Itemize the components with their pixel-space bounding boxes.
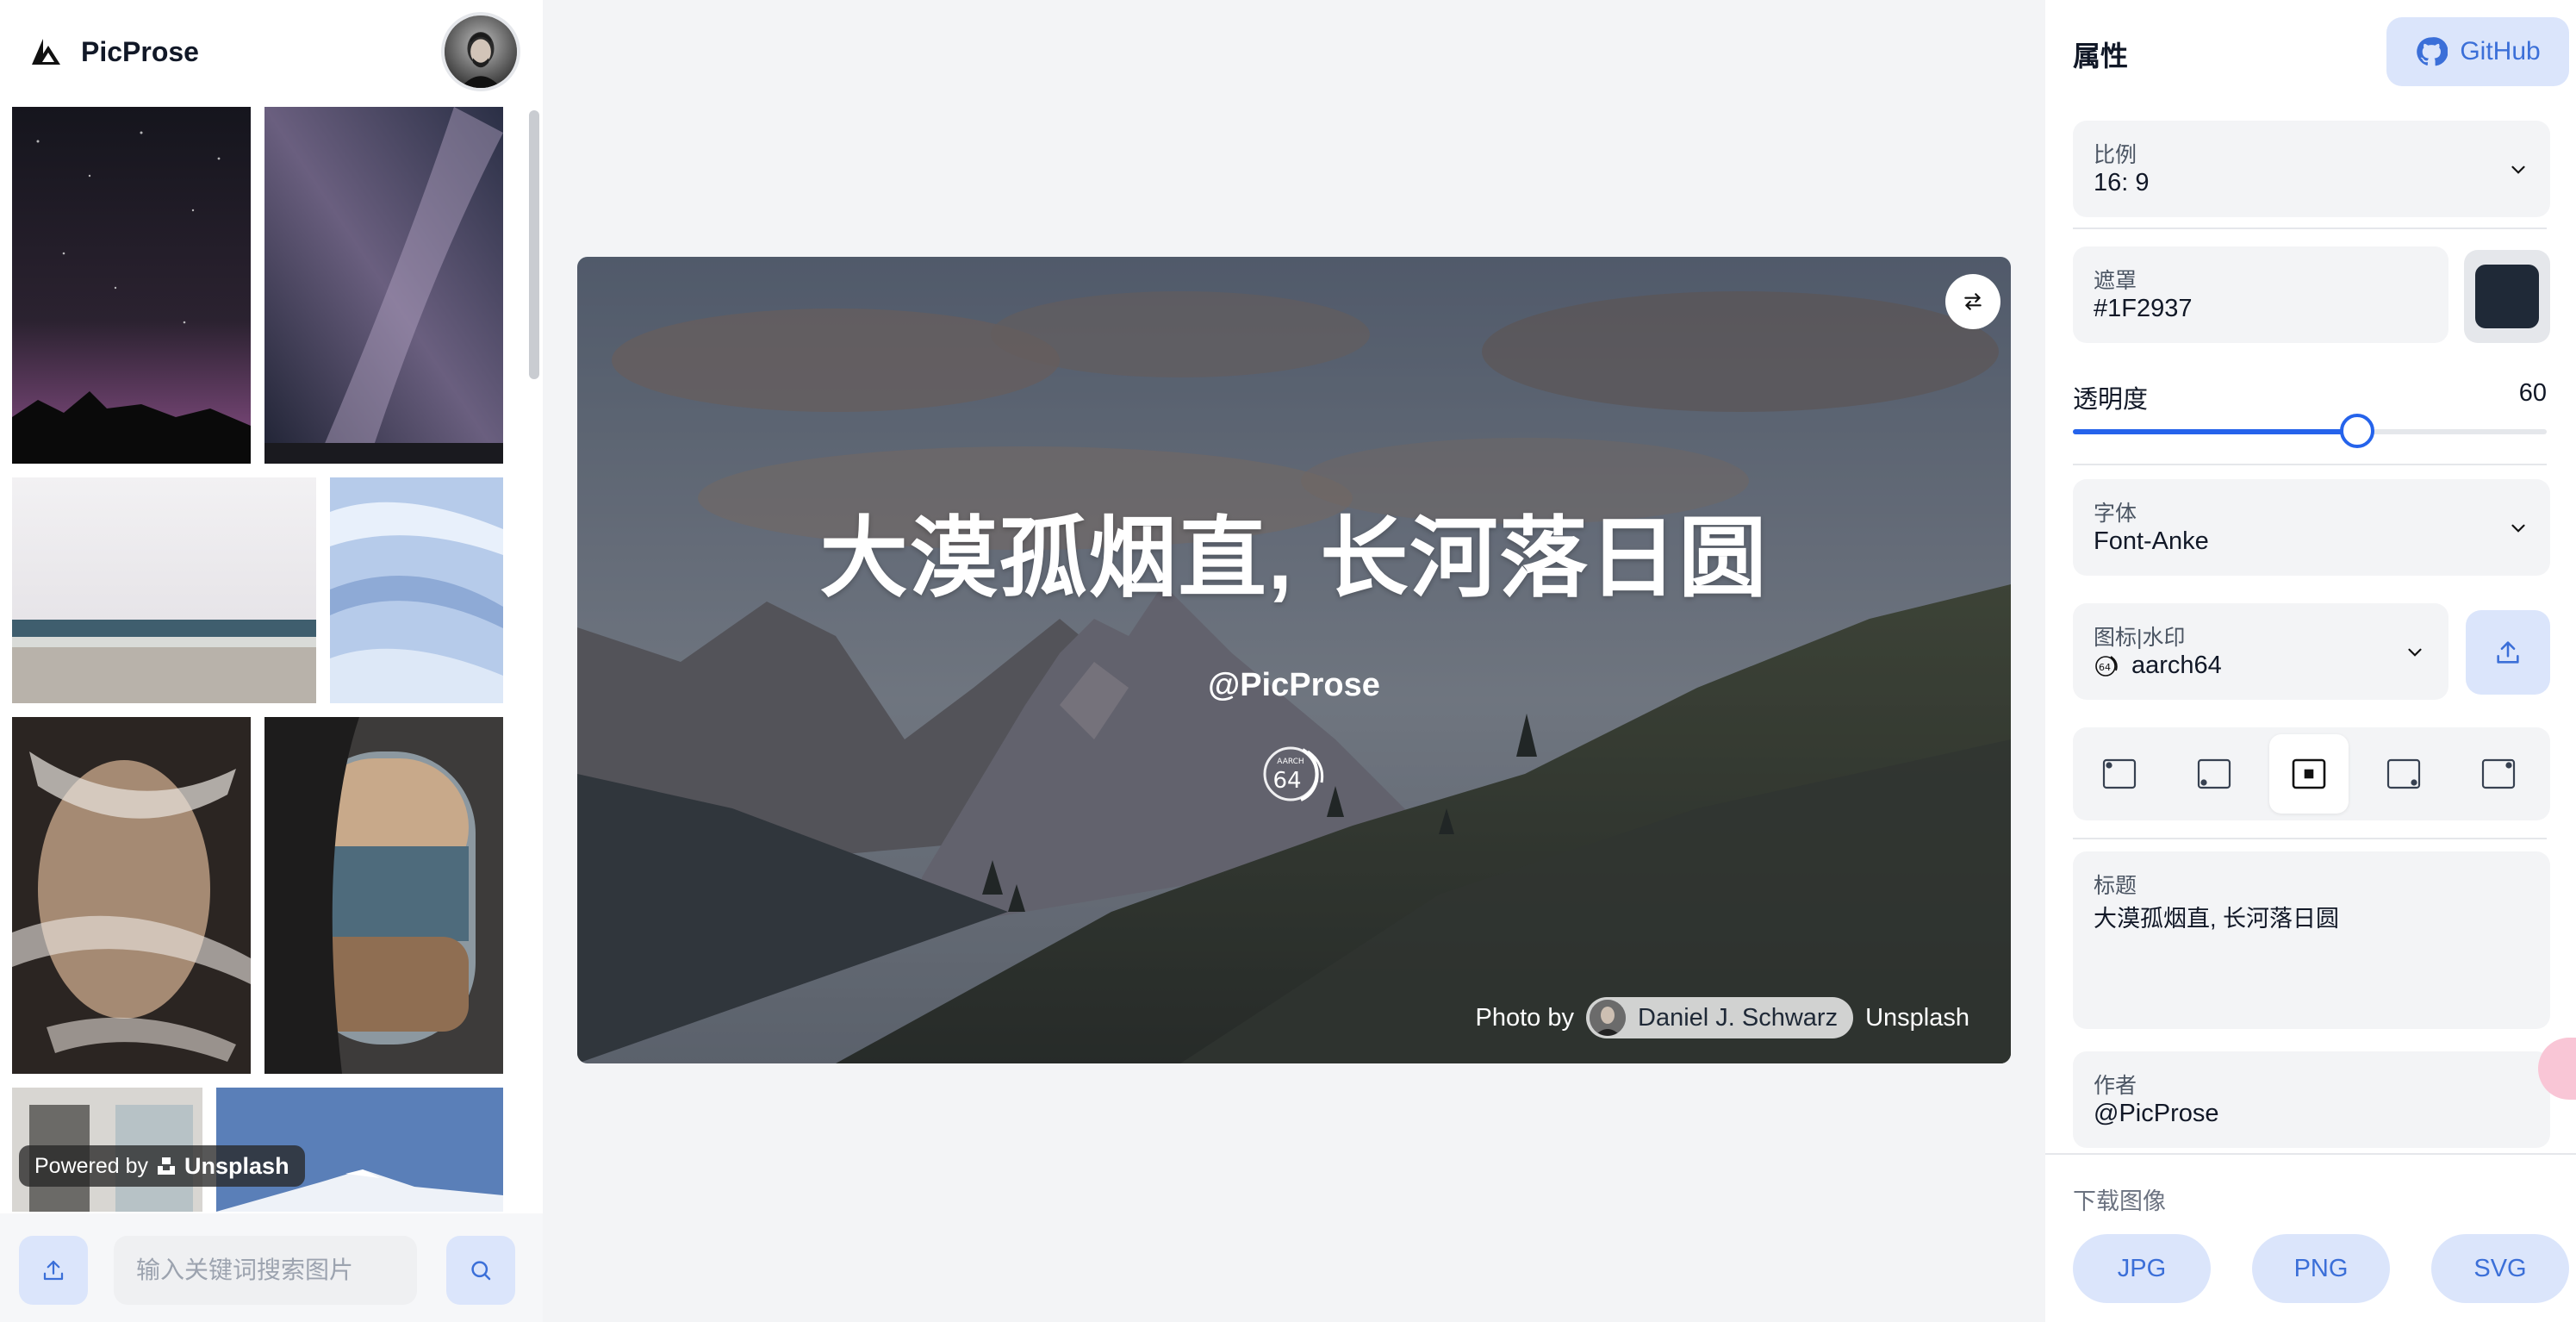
powered-by-unsplash[interactable]: Powered by Unsplash (19, 1145, 305, 1187)
unsplash-logo-icon (158, 1157, 176, 1175)
position-center-icon (2292, 758, 2326, 789)
author-label: 作者 (2094, 1074, 2137, 1098)
cover-canvas: 大漠孤烟直, 长河落日圆 @PicProse AARCH 64 Photo by… (577, 257, 2011, 1063)
swap-arrows-icon (1964, 293, 1982, 310)
ratio-value: 16: 9 (2094, 169, 2150, 196)
author-value: @PicProse (2094, 1100, 2219, 1127)
gallery-image-starry-cliffs[interactable] (12, 107, 251, 464)
gallery-scrollbar-thumb[interactable] (529, 110, 539, 379)
chevron-down-icon (2511, 165, 2525, 174)
github-button[interactable]: GitHub (2386, 17, 2569, 86)
author-input[interactable]: 作者 @PicProse (2073, 1051, 2550, 1148)
panel-title: 属性 (2073, 41, 2129, 72)
gallery-image-airplane-window[interactable] (264, 717, 503, 1074)
upload-icon (43, 1260, 64, 1281)
left-sidebar: PicProse Powered by Unsplash 输入关键词搜索图片 (0, 0, 543, 1322)
opacity-row: 透明度 60 (2073, 379, 2547, 415)
chevron-down-icon (2511, 524, 2525, 533)
opacity-slider-track[interactable] (2073, 429, 2547, 434)
position-bottom-right-button[interactable] (2364, 734, 2443, 814)
position-top-left-button[interactable] (2080, 734, 2159, 814)
icon-label: 图标|水印 (2094, 626, 2186, 650)
opacity-slider-fill (2073, 429, 2357, 434)
credit-source-link[interactable]: Unsplash (1865, 1004, 1969, 1032)
download-label: 下载图像 (2073, 1188, 2166, 1214)
brand-logo-icon (32, 39, 60, 65)
position-bottom-left-icon (2197, 758, 2231, 789)
mask-label: 遮罩 (2094, 269, 2137, 293)
photographer-avatar (1590, 1000, 1626, 1036)
avatar-portrait-icon (445, 16, 517, 88)
position-center-button[interactable] (2269, 734, 2349, 814)
photographer-link[interactable]: Daniel J. Schwarz (1586, 997, 1854, 1038)
watermark-num-text: 64 (1272, 768, 1301, 794)
opacity-label: 透明度 (2073, 386, 2149, 414)
brand[interactable]: PicProse (31, 34, 199, 69)
brand-name: PicProse (81, 35, 199, 67)
credit-prefix: Photo by (1475, 1003, 1574, 1032)
user-avatar[interactable] (441, 12, 520, 91)
mask-value: #1F2937 (2094, 295, 2193, 322)
title-textarea[interactable]: 标题 大漠孤烟直, 长河落日圆 (2073, 851, 2550, 1029)
aarch64-watermark-icon: AARCH 64 (1263, 746, 1324, 801)
position-top-right-button[interactable] (2459, 734, 2538, 814)
font-value: Font-Anke (2094, 527, 2209, 555)
powered-prefix: Powered by (34, 1153, 149, 1178)
aarch64-icon-text: 64 (2099, 662, 2111, 673)
gallery-image-snow-dunes[interactable] (330, 477, 503, 703)
ratio-label: 比例 (2094, 143, 2137, 167)
watermark-top-text: AARCH (1277, 758, 1304, 766)
canvas-title: 大漠孤烟直, 长河落日圆 (819, 509, 1769, 608)
divider (2073, 228, 2547, 229)
position-top-left-icon (2102, 758, 2137, 789)
upload-icon (2497, 641, 2519, 664)
gallery-image-beach[interactable] (12, 477, 316, 703)
canvas-mask-overlay (577, 257, 2011, 1063)
font-select[interactable]: 字体 Font-Anke (2073, 479, 2550, 576)
title-value: 大漠孤烟直, 长河落日圆 (2094, 906, 2340, 932)
aarch64-icon: 64 (2095, 655, 2118, 677)
position-bottom-left-button[interactable] (2175, 734, 2254, 814)
canvas-author: @PicProse (1208, 667, 1380, 703)
icon-select[interactable]: 图标|水印 64 aarch64 (2073, 603, 2448, 700)
github-label: GitHub (2460, 37, 2541, 65)
mask-color-swatch (2475, 265, 2539, 328)
swap-image-button[interactable] (1945, 274, 2000, 329)
photo-credit: Photo by Daniel J. Schwarz Unsplash (1476, 996, 1969, 1039)
download-jpg-button[interactable]: JPG (2073, 1234, 2211, 1303)
divider (2045, 1153, 2576, 1155)
chevron-down-icon (2408, 648, 2422, 657)
github-icon (2417, 37, 2448, 66)
search-icon (471, 1261, 491, 1281)
divider (2073, 464, 2547, 465)
photographer-name: Daniel J. Schwarz (1638, 1003, 1839, 1032)
position-top-right-icon (2481, 758, 2516, 789)
watermark-position-group (2073, 727, 2550, 820)
mask-color-input[interactable]: 遮罩 #1F2937 (2073, 246, 2448, 343)
properties-panel: 属性 GitHub 比例 16: 9 遮罩 #1F2937 透明度 60 字体 … (2045, 0, 2576, 1322)
title-label: 标题 (2094, 874, 2137, 898)
opacity-slider-thumb[interactable] (2340, 414, 2374, 448)
mask-color-picker[interactable] (2464, 250, 2550, 343)
ratio-select[interactable]: 比例 16: 9 (2073, 121, 2550, 217)
download-svg-button[interactable]: SVG (2431, 1234, 2569, 1303)
upload-image-button[interactable] (19, 1236, 88, 1305)
opacity-value: 60 (2518, 379, 2547, 407)
font-label: 字体 (2094, 502, 2137, 526)
download-png-button[interactable]: PNG (2252, 1234, 2390, 1303)
search-input[interactable] (114, 1236, 417, 1305)
gallery-image-plastic-portrait[interactable] (12, 717, 251, 1074)
position-bottom-right-icon (2386, 758, 2421, 789)
powered-brand: Unsplash (184, 1152, 289, 1179)
icon-value: aarch64 (2131, 652, 2222, 679)
gallery-image-milky-way[interactable] (264, 107, 503, 464)
search-button[interactable] (446, 1236, 515, 1305)
upload-icon-button[interactable] (2466, 610, 2550, 695)
divider (2073, 838, 2547, 839)
icon-value-row: 64 aarch64 (2094, 652, 2222, 680)
image-gallery (0, 107, 543, 1212)
